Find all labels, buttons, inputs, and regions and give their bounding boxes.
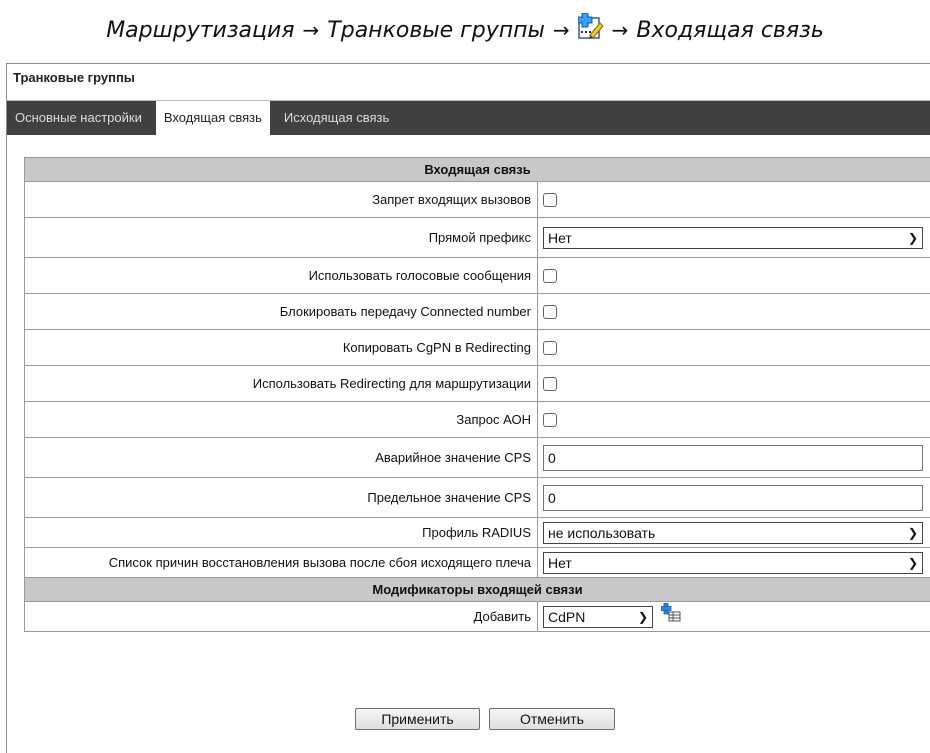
- modifier-type-select[interactable]: CdPN ❯: [543, 606, 653, 628]
- add-table-icon[interactable]: [661, 603, 681, 623]
- voice-messages-checkbox[interactable]: [543, 269, 557, 283]
- section-header-modifiers: Модификаторы входящей связи: [25, 578, 930, 602]
- direct-prefix-value: Нет: [548, 230, 572, 246]
- table-row: Список причин восстановления вызова посл…: [25, 548, 930, 578]
- incoming-settings-table: Входящая связь Запрет входящих вызовов П…: [24, 157, 930, 632]
- table-row: Профиль RADIUS не использовать ❯: [25, 518, 930, 548]
- chevron-down-icon: ❯: [908, 232, 918, 244]
- window-title: Транковые группы: [7, 64, 930, 101]
- copy-cgpn-checkbox[interactable]: [543, 341, 557, 355]
- chevron-down-icon: ❯: [908, 527, 918, 539]
- use-redirecting-label: Использовать Redirecting для маршрутизац…: [25, 366, 538, 402]
- copy-cgpn-label: Копировать CgPN в Redirecting: [25, 330, 538, 366]
- restore-reasons-label: Список причин восстановления вызова посл…: [25, 548, 538, 578]
- limit-cps-label: Предельное значение CPS: [25, 478, 538, 518]
- table-row: Копировать CgPN в Redirecting: [25, 330, 930, 366]
- block-connected-checkbox[interactable]: [543, 305, 557, 319]
- direct-prefix-label: Прямой префикс: [25, 218, 538, 258]
- emergency-cps-input[interactable]: 0: [543, 445, 923, 471]
- table-row: Прямой префикс Нет ❯: [25, 218, 930, 258]
- caption-trunk-groups: Транковые группы: [327, 18, 545, 43]
- aon-request-checkbox[interactable]: [543, 413, 557, 427]
- radius-profile-select[interactable]: не использовать ❯: [543, 522, 923, 544]
- modifier-type-value: CdPN: [548, 609, 585, 625]
- apply-button[interactable]: Применить: [355, 708, 480, 730]
- chevron-down-icon: ❯: [638, 611, 648, 623]
- cancel-button[interactable]: Отменить: [489, 708, 615, 730]
- block-incoming-label: Запрет входящих вызовов: [25, 182, 538, 218]
- tab-outgoing[interactable]: Исходящая связь: [276, 101, 397, 135]
- radius-profile-value: не использовать: [548, 525, 655, 541]
- table-row: Запрос АОН: [25, 402, 930, 438]
- emergency-cps-label: Аварийное значение CPS: [25, 438, 538, 478]
- restore-reasons-select[interactable]: Нет ❯: [543, 552, 923, 574]
- page-caption: Маршрутизация → Транковые группы → → Вхо…: [0, 0, 930, 60]
- caption-routing: Маршрутизация: [106, 18, 294, 43]
- voice-messages-label: Использовать голосовые сообщения: [25, 258, 538, 294]
- restore-reasons-value: Нет: [548, 555, 572, 571]
- table-row: Предельное значение CPS 0: [25, 478, 930, 518]
- use-redirecting-checkbox[interactable]: [543, 377, 557, 391]
- edit-icon: [578, 13, 604, 39]
- aon-request-label: Запрос АОН: [25, 402, 538, 438]
- table-row: Использовать Redirecting для маршрутизац…: [25, 366, 930, 402]
- table-row: Запрет входящих вызовов: [25, 182, 930, 218]
- tab-incoming[interactable]: Входящая связь: [156, 101, 270, 135]
- add-modifier-label: Добавить: [25, 602, 538, 632]
- radius-profile-label: Профиль RADIUS: [25, 518, 538, 548]
- direct-prefix-select[interactable]: Нет ❯: [543, 227, 923, 249]
- table-row: Аварийное значение CPS 0: [25, 438, 930, 478]
- arrow-icon: →: [612, 18, 629, 42]
- limit-cps-input[interactable]: 0: [543, 485, 923, 511]
- section-header-incoming: Входящая связь: [25, 158, 930, 182]
- table-row: Добавить CdPN ❯: [25, 602, 930, 632]
- form-buttons: Применить Отменить: [0, 708, 930, 730]
- trunk-groups-window: Транковые группы Основные настройки Вход…: [6, 63, 930, 753]
- tab-main-settings[interactable]: Основные настройки: [7, 101, 150, 135]
- block-incoming-checkbox[interactable]: [543, 193, 557, 207]
- caption-incoming: Входящая связь: [636, 18, 823, 43]
- chevron-down-icon: ❯: [908, 557, 918, 569]
- block-connected-label: Блокировать передачу Connected number: [25, 294, 538, 330]
- table-row: Блокировать передачу Connected number: [25, 294, 930, 330]
- table-row: Использовать голосовые сообщения: [25, 258, 930, 294]
- tab-bar: Основные настройки Входящая связь Исходя…: [7, 101, 930, 135]
- arrow-icon: →: [553, 18, 570, 42]
- arrow-icon: →: [303, 18, 320, 42]
